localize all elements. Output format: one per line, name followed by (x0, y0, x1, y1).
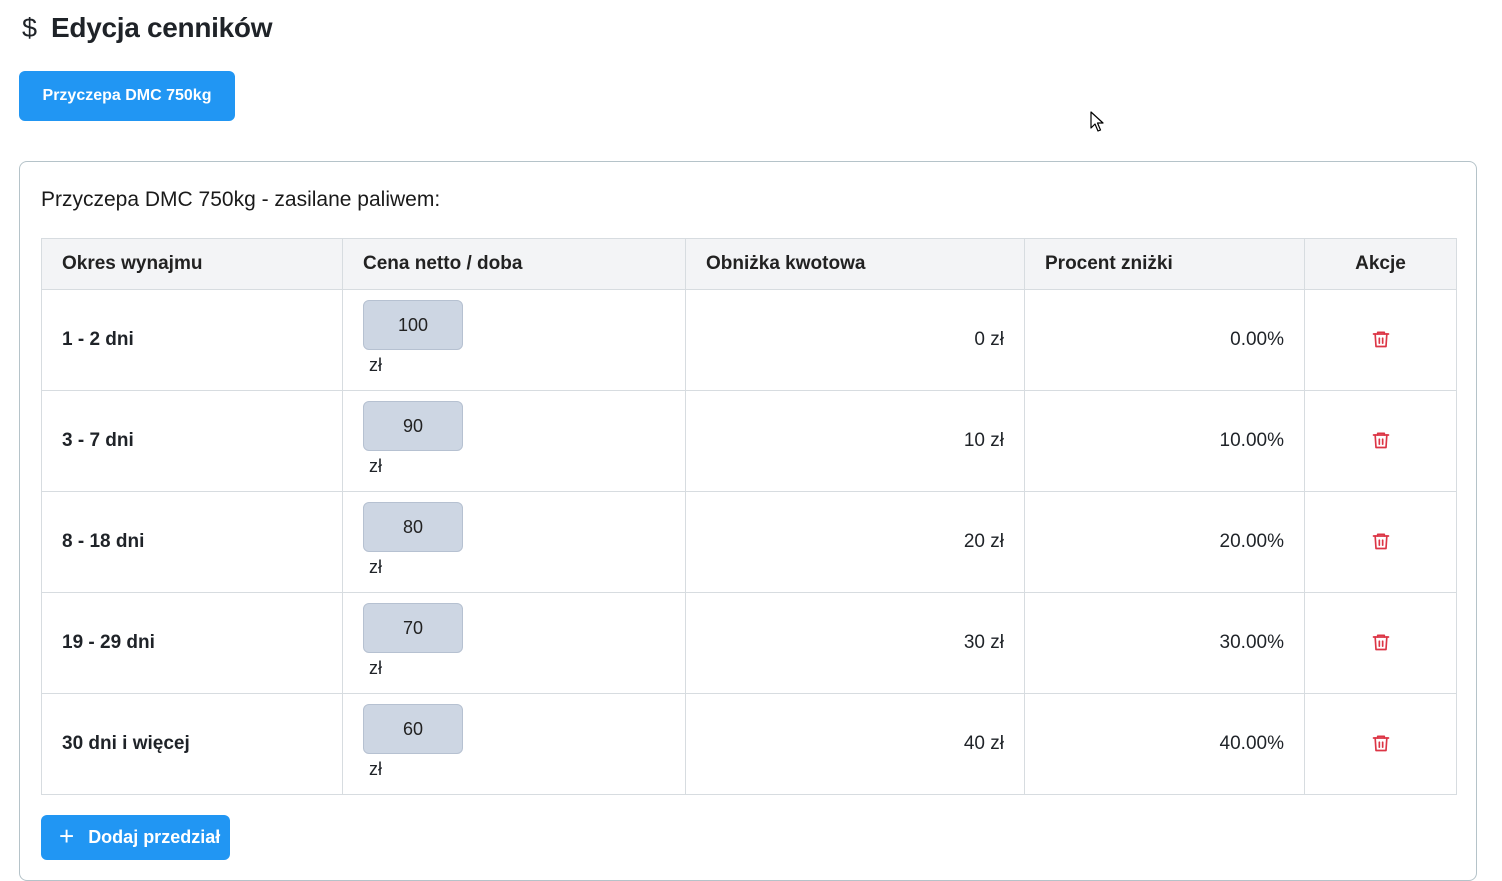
trash-icon (1372, 331, 1389, 347)
delete-row-button[interactable] (1368, 528, 1394, 554)
add-range-label: Dodaj przedział (88, 827, 221, 847)
actions-cell (1304, 491, 1457, 593)
trash-icon (1372, 735, 1389, 751)
trash-icon (1372, 634, 1389, 650)
column-header-price: Cena netto / doba (342, 238, 686, 290)
price-list-card: Przyczepa DMC 750kg - zasilane paliwem: … (19, 161, 1477, 881)
period-cell: 1 - 2 dni (41, 289, 343, 391)
discount-percent-cell: 30.00% (1024, 592, 1305, 694)
discount-amount-cell: 20 zł (685, 491, 1025, 593)
column-header-discount-percent: Procent zniżki (1024, 238, 1305, 290)
table-row: 30 dni i więcej zł 40 zł 40.00% (41, 693, 1457, 795)
page-title: Edycja cenników (51, 12, 273, 43)
discount-percent-cell: 20.00% (1024, 491, 1305, 593)
trash-icon (1372, 432, 1389, 448)
currency-label: zł (369, 557, 382, 577)
mouse-cursor-icon (1090, 111, 1104, 132)
page-header: $ Edycja cenników (22, 10, 272, 46)
discount-amount-cell: 30 zł (685, 592, 1025, 694)
price-input[interactable] (363, 502, 463, 552)
card-title: Przyczepa DMC 750kg - zasilane paliwem: (41, 188, 441, 211)
discount-amount-cell: 40 zł (685, 693, 1025, 795)
currency-label: zł (369, 355, 382, 375)
column-header-actions: Akcje (1304, 238, 1457, 290)
actions-cell (1304, 289, 1457, 391)
actions-cell (1304, 693, 1457, 795)
tab-przyczepa-dmc-750kg[interactable]: Przyczepa DMC 750kg (19, 71, 235, 121)
price-input[interactable] (363, 300, 463, 350)
currency-label: zł (369, 759, 382, 779)
add-range-button[interactable]: + Dodaj przedział (41, 815, 230, 860)
table-row: 1 - 2 dni zł 0 zł 0.00% (41, 289, 1457, 391)
price-input[interactable] (363, 704, 463, 754)
price-cell: zł (342, 592, 686, 694)
table-row: 19 - 29 dni zł 30 zł 30.00% (41, 592, 1457, 694)
price-cell: zł (342, 390, 686, 492)
delete-row-button[interactable] (1368, 730, 1394, 756)
discount-percent-cell: 40.00% (1024, 693, 1305, 795)
price-cell: zł (342, 491, 686, 593)
discount-amount-cell: 10 zł (685, 390, 1025, 492)
price-table: Okres wynajmu Cena netto / doba Obniżka … (41, 238, 1457, 795)
table-row: 3 - 7 dni zł 10 zł 10.00% (41, 390, 1457, 492)
actions-cell (1304, 592, 1457, 694)
price-cell: zł (342, 693, 686, 795)
price-cell: zł (342, 289, 686, 391)
delete-row-button[interactable] (1368, 629, 1394, 655)
period-cell: 3 - 7 dni (41, 390, 343, 492)
currency-label: zł (369, 456, 382, 476)
column-header-period: Okres wynajmu (41, 238, 343, 290)
actions-cell (1304, 390, 1457, 492)
table-row: 8 - 18 dni zł 20 zł 20.00% (41, 491, 1457, 593)
period-cell: 19 - 29 dni (41, 592, 343, 694)
delete-row-button[interactable] (1368, 326, 1394, 352)
period-cell: 8 - 18 dni (41, 491, 343, 593)
discount-percent-cell: 0.00% (1024, 289, 1305, 391)
price-table-wrapper: Okres wynajmu Cena netto / doba Obniżka … (41, 238, 1457, 795)
discount-percent-cell: 10.00% (1024, 390, 1305, 492)
table-header-row: Okres wynajmu Cena netto / doba Obniżka … (41, 238, 1457, 290)
column-header-discount-amount: Obniżka kwotowa (685, 238, 1025, 290)
period-cell: 30 dni i więcej (41, 693, 343, 795)
trash-icon (1372, 533, 1389, 549)
discount-amount-cell: 0 zł (685, 289, 1025, 391)
currency-label: zł (369, 658, 382, 678)
price-input[interactable] (363, 401, 463, 451)
dollar-icon: $ (22, 12, 38, 43)
plus-icon: + (59, 821, 75, 851)
delete-row-button[interactable] (1368, 427, 1394, 453)
price-input[interactable] (363, 603, 463, 653)
